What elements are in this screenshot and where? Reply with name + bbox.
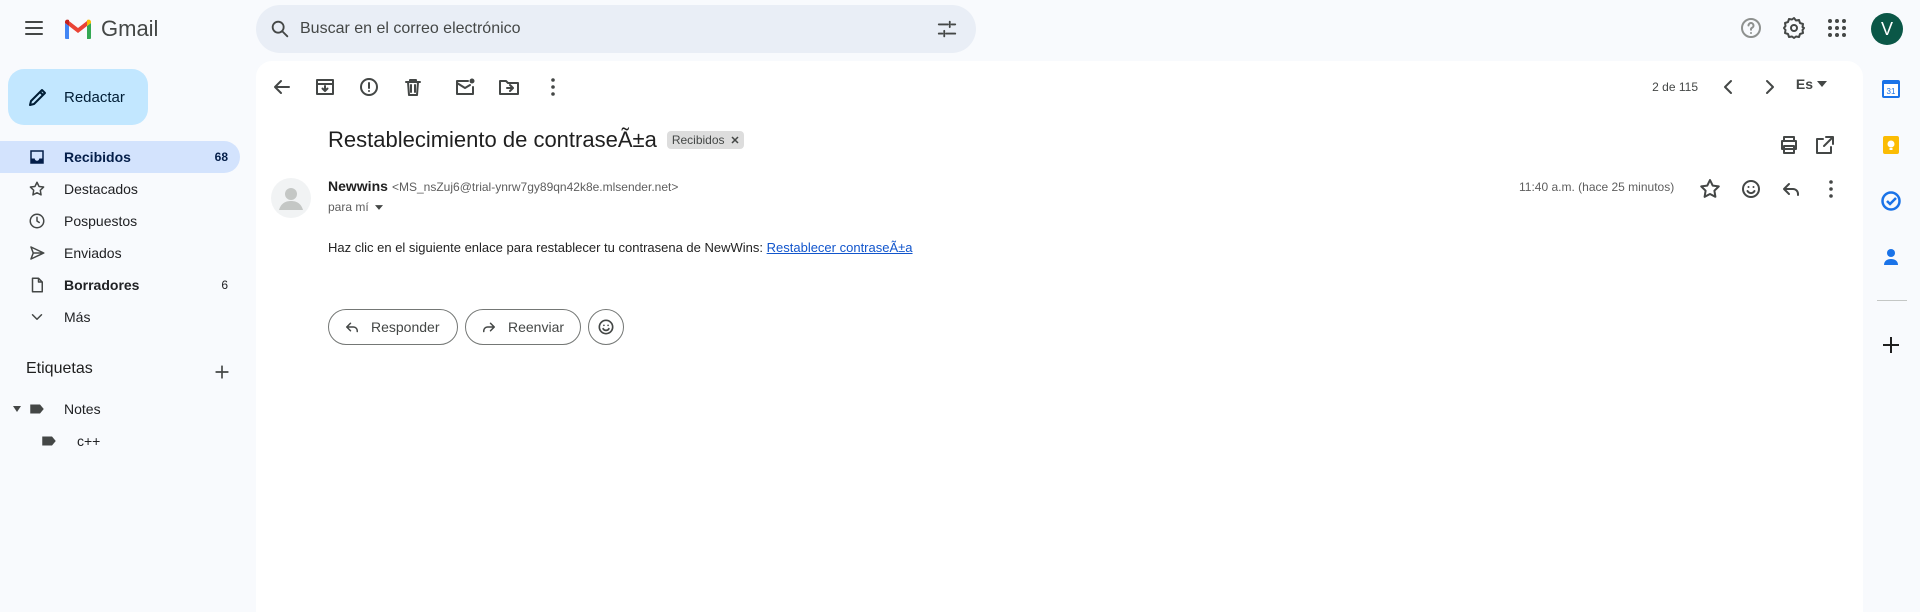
sender-name[interactable]: Newwins: [328, 178, 388, 194]
previous-chevron-icon[interactable]: [1717, 75, 1741, 99]
compose-button[interactable]: Redactar: [8, 69, 148, 125]
label-name: c++: [77, 433, 101, 449]
remove-label-icon[interactable]: [730, 136, 739, 144]
keep-notes-icon[interactable]: [1879, 133, 1903, 157]
label-tag-icon: [30, 404, 44, 414]
archive-icon[interactable]: [313, 75, 337, 99]
settings-gear-icon[interactable]: [1782, 16, 1806, 40]
star-icon[interactable]: [1698, 177, 1722, 201]
pagination-text: 2 de 115: [1652, 80, 1698, 94]
sidebar-item-sent[interactable]: Enviados: [0, 237, 240, 269]
caret-down-icon: [374, 204, 383, 210]
search-input[interactable]: [300, 17, 900, 41]
sidebar-item-starred[interactable]: Destacados: [0, 173, 240, 205]
reply-label: Responder: [371, 319, 440, 335]
reply-icon: [346, 322, 358, 333]
contacts-icon[interactable]: [1879, 245, 1903, 269]
sidebar-item-label: Enviados: [64, 245, 122, 261]
label-item-cpp[interactable]: c++: [0, 425, 240, 457]
caret-down-icon: [1817, 81, 1827, 87]
sidebar-item-inbox[interactable]: Recibidos 68: [0, 141, 240, 173]
back-arrow-icon[interactable]: [270, 75, 294, 99]
sidebar-item-drafts[interactable]: Borradores 6: [0, 269, 240, 301]
search-options-icon[interactable]: [936, 18, 958, 40]
search-icon[interactable]: [269, 18, 291, 40]
account-avatar[interactable]: V: [1871, 13, 1903, 45]
sidebar-item-label: Borradores: [64, 277, 140, 293]
sidebar-item-label: Destacados: [64, 181, 138, 197]
person-placeholder-icon: [279, 188, 303, 210]
input-language-selector[interactable]: Es: [1796, 76, 1827, 92]
search-bar: [256, 5, 976, 53]
labels-heading: Etiquetas: [26, 360, 93, 377]
calendar-icon[interactable]: 31: [1879, 77, 1903, 101]
app-name: Gmail: [101, 16, 159, 41]
unread-count: 68: [214, 150, 228, 164]
send-icon: [30, 246, 45, 260]
inbox-icon: [30, 150, 44, 164]
inbox-label-chip: Recibidos: [666, 131, 744, 149]
tasks-icon[interactable]: [1879, 189, 1903, 213]
email-body: Haz clic en el siguiente enlace para res…: [328, 240, 913, 255]
gmail-logo[interactable]: Gmail: [63, 15, 158, 43]
sidebar-item-snoozed[interactable]: Pospuestos: [0, 205, 240, 237]
add-addon-icon[interactable]: [1879, 333, 1903, 357]
sender-email: <MS_nsZuj6@trial-ynrw7gy89qn42k8e.mlsend…: [392, 180, 679, 194]
hamburger-menu-icon: [25, 21, 43, 35]
next-chevron-icon[interactable]: [1757, 75, 1781, 99]
emoji-reaction-icon[interactable]: [1739, 177, 1763, 201]
emoji-icon: [598, 319, 614, 335]
caret-down-icon[interactable]: [12, 405, 22, 413]
chevron-down-icon: [31, 314, 43, 320]
more-vertical-icon[interactable]: [541, 75, 565, 99]
email-subject: Restablecimiento de contraseÃ±a Recibido…: [328, 127, 744, 153]
move-to-folder-icon[interactable]: [497, 75, 521, 99]
recipient-text: para mí: [328, 200, 369, 214]
compose-label: Redactar: [64, 88, 125, 106]
recipients-toggle[interactable]: para mí: [328, 200, 383, 214]
forward-button[interactable]: Reenviar: [465, 309, 581, 345]
label-item-notes[interactable]: Notes: [0, 393, 240, 425]
print-icon[interactable]: [1777, 133, 1801, 157]
star-icon: [29, 181, 45, 196]
draft-file-icon: [31, 277, 43, 293]
reset-password-link[interactable]: Restablecer contraseÃ±a: [767, 240, 913, 255]
pencil-icon: [29, 89, 46, 106]
google-apps-icon[interactable]: [1825, 16, 1849, 40]
subject-text: Restablecimiento de contraseÃ±a: [328, 127, 657, 152]
gmail-m-icon: [65, 19, 91, 39]
mark-unread-icon[interactable]: [453, 75, 477, 99]
draft-count: 6: [221, 278, 228, 292]
main-menu-button[interactable]: [22, 16, 50, 40]
email-timestamp: 11:40 a.m. (hace 25 minutos): [1519, 180, 1675, 194]
sidebar-item-label: Pospuestos: [64, 213, 138, 229]
open-new-window-icon[interactable]: [1813, 133, 1837, 157]
svg-text:31: 31: [1887, 87, 1896, 96]
label-name: Notes: [64, 401, 101, 417]
chip-label: Recibidos: [671, 133, 725, 147]
sidebar-item-label: Recibidos: [64, 149, 131, 165]
forward-icon: [483, 322, 495, 333]
emoji-react-button[interactable]: [588, 309, 624, 345]
sidebar-item-label: Más: [64, 309, 91, 325]
more-vertical-icon[interactable]: [1819, 177, 1843, 201]
message-view: 2 de 115 Es Restablecimiento de contrase…: [256, 61, 1863, 612]
add-label-icon[interactable]: [212, 362, 232, 382]
body-text: Haz clic en el siguiente enlace para res…: [328, 240, 767, 255]
forward-label: Reenviar: [508, 319, 565, 335]
reply-icon[interactable]: [1779, 177, 1803, 201]
help-icon[interactable]: [1739, 16, 1763, 40]
clock-icon: [29, 213, 45, 229]
delete-trash-icon[interactable]: [401, 75, 425, 99]
sidebar-item-more[interactable]: Más: [0, 301, 240, 333]
language-code: Es: [1795, 76, 1813, 92]
label-tag-icon: [42, 436, 56, 446]
sender-avatar: [271, 178, 311, 218]
report-spam-icon[interactable]: [357, 75, 381, 99]
reply-button[interactable]: Responder: [328, 309, 458, 345]
rail-divider: [1877, 300, 1907, 301]
